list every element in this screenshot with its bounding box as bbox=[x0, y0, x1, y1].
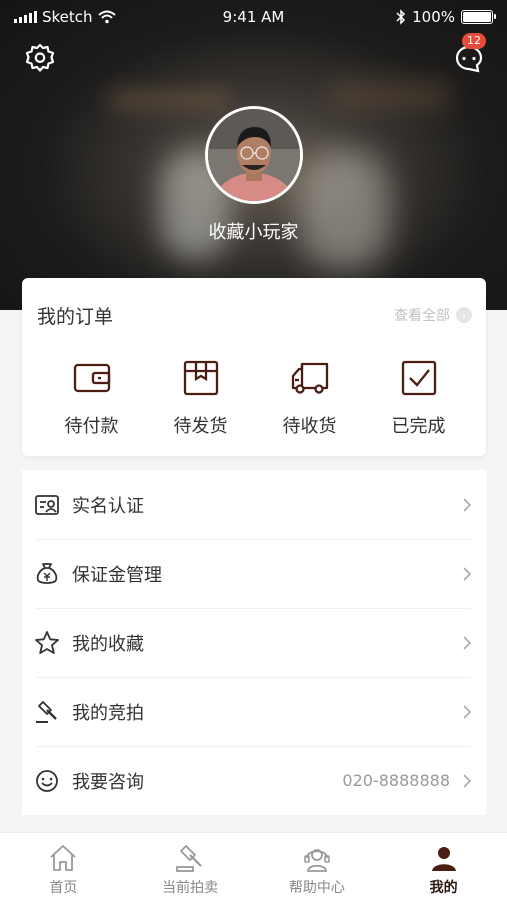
avatar-photo bbox=[208, 109, 300, 201]
orders-card: 我的订单 查看全部 › 待付款 待发货 待收货 已完成 bbox=[22, 278, 486, 456]
order-pending-receipt[interactable]: 待收货 bbox=[255, 358, 364, 438]
battery-icon bbox=[461, 10, 496, 24]
status-bar: Sketch 9:41 AM 100% bbox=[0, 0, 507, 34]
order-pending-shipment[interactable]: 待发货 bbox=[146, 358, 255, 438]
menu-item-my-favorites[interactable]: 我的收藏 bbox=[22, 608, 486, 677]
truck-icon bbox=[291, 362, 328, 394]
id-card-icon bbox=[35, 494, 59, 515]
gavel-icon bbox=[36, 700, 57, 723]
person-icon bbox=[431, 847, 456, 871]
avatar[interactable] bbox=[205, 106, 303, 204]
chevron-right-icon bbox=[463, 773, 472, 788]
view-all-orders-link[interactable]: 查看全部 › bbox=[394, 305, 472, 325]
bluetooth-icon bbox=[396, 9, 406, 25]
order-completed[interactable]: 已完成 bbox=[364, 358, 473, 438]
chevron-right-icon: › bbox=[456, 307, 472, 323]
menu-item-consult[interactable]: 我要咨询 020-8888888 bbox=[22, 746, 486, 815]
message-count-badge: 12 bbox=[462, 33, 486, 49]
checkbox-icon bbox=[401, 360, 436, 396]
menu-item-deposit-management[interactable]: 保证金管理 bbox=[22, 539, 486, 608]
headset-icon bbox=[304, 849, 330, 872]
money-bag-icon bbox=[36, 562, 58, 584]
order-pending-payment[interactable]: 待付款 bbox=[37, 358, 146, 438]
settings-gear-icon[interactable] bbox=[24, 42, 56, 74]
chevron-right-icon bbox=[463, 497, 472, 512]
profile-menu: 实名认证 保证金管理 我的收藏 我的竞拍 我要咨询 020-8888888 bbox=[22, 470, 486, 815]
star-icon bbox=[35, 630, 59, 654]
menu-item-real-name-verification[interactable]: 实名认证 bbox=[22, 470, 486, 539]
orders-title: 我的订单 bbox=[37, 306, 114, 328]
chevron-right-icon bbox=[463, 635, 472, 650]
package-icon bbox=[183, 360, 218, 396]
wallet-icon bbox=[73, 363, 110, 393]
consult-phone-number: 020-8888888 bbox=[342, 771, 450, 790]
battery-percent: 100% bbox=[412, 8, 455, 26]
user-nickname: 收藏小玩家 bbox=[208, 222, 299, 243]
tab-current-auctions[interactable]: 当前拍卖 bbox=[127, 833, 254, 900]
tab-home[interactable]: 首页 bbox=[0, 833, 127, 900]
smile-icon bbox=[36, 769, 58, 792]
tab-mine[interactable]: 我的 bbox=[380, 833, 507, 900]
chevron-right-icon bbox=[463, 704, 472, 719]
home-icon bbox=[50, 845, 76, 871]
menu-item-my-bids[interactable]: 我的竞拍 bbox=[22, 677, 486, 746]
chevron-right-icon bbox=[463, 566, 472, 581]
gavel-icon bbox=[176, 845, 202, 872]
tab-help-center[interactable]: 帮助中心 bbox=[254, 833, 381, 900]
bottom-tab-bar: 首页 当前拍卖 帮助中心 我的 bbox=[0, 832, 507, 900]
